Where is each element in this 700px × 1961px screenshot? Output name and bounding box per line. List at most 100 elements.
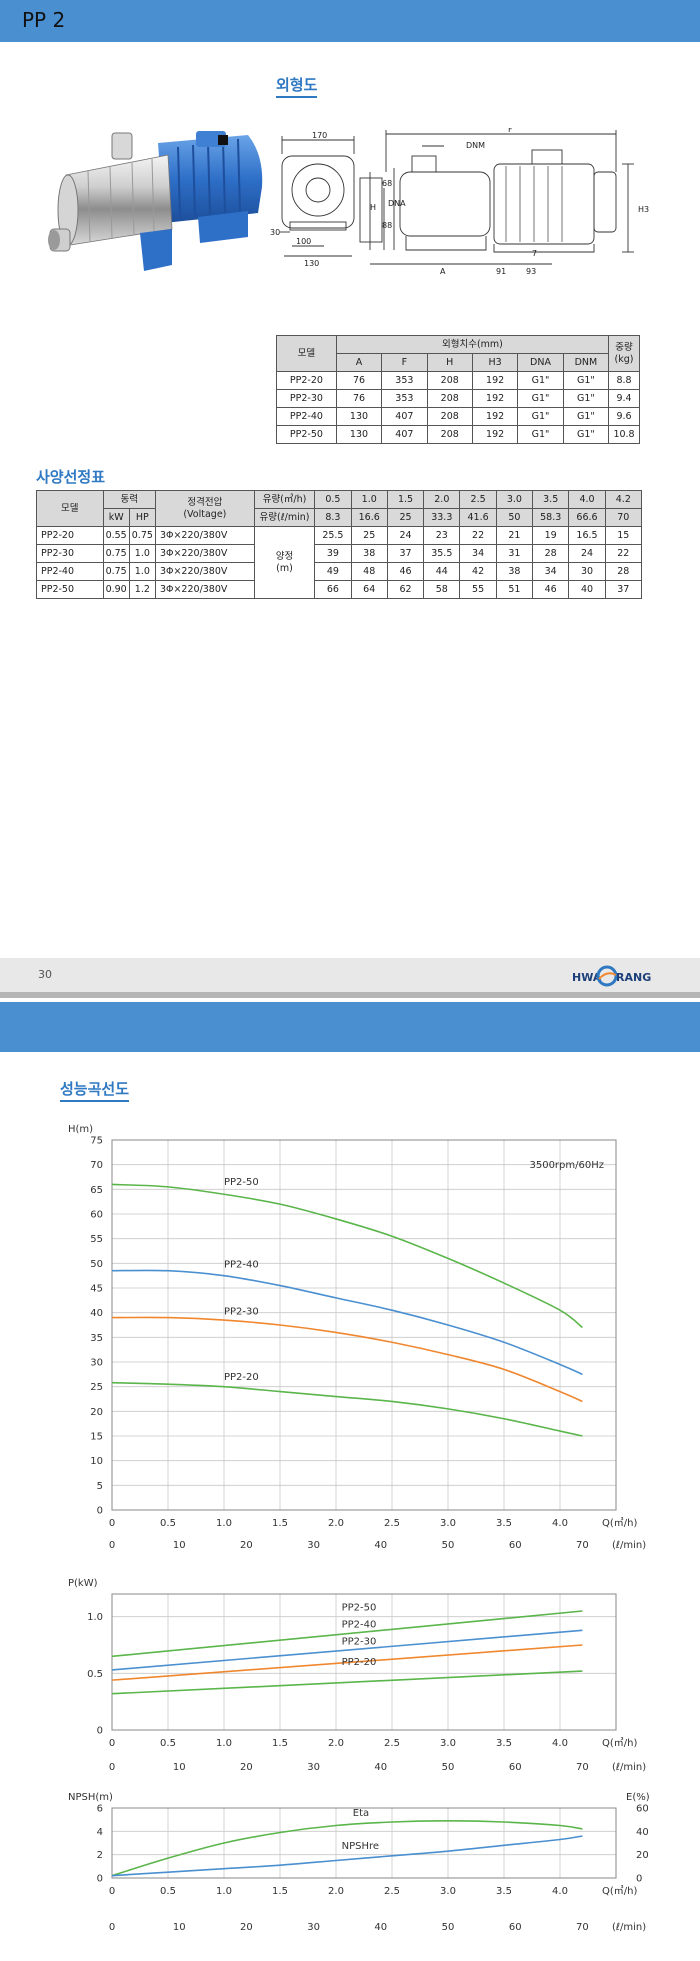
x2-tick-label: 60 — [509, 1922, 522, 1933]
spec-flow-m3h: 1.0 — [350, 490, 388, 509]
spec-flow-lmin-label: 유량(ℓ/min) — [253, 508, 316, 527]
spec-flow-lmin: 66.6 — [568, 508, 606, 527]
dim-value-cell: G1" — [517, 425, 564, 444]
spec-head-cell: 21 — [495, 526, 534, 545]
series-label: NPSHre — [342, 1841, 379, 1852]
spec-flow-lmin: 8.3 — [314, 508, 352, 527]
dim-model-cell: PP2-50 — [276, 425, 337, 444]
spec-head-cell: 25.5 — [314, 526, 352, 545]
dim-weight-cell: 10.8 — [608, 425, 640, 444]
head-curve-pp2-50 — [111, 1183, 583, 1329]
spec-head-cell: 34 — [532, 562, 570, 581]
x2-tick-label: 70 — [576, 1540, 589, 1550]
y-tick-label: 0 — [97, 1726, 103, 1737]
spec-hp-cell: 0.75 — [128, 526, 156, 545]
hwarang-logo: HWA RANG — [572, 965, 651, 987]
dim-value-cell: G1" — [562, 389, 610, 408]
x2-tick-label: 70 — [576, 1762, 589, 1773]
dimension-drawing: 170 F DNM H3 H 68 88 DNA 30 100 130 A 91… — [270, 128, 649, 276]
y-tick-label: 50 — [90, 1259, 103, 1270]
spec-flow-lmin: 25 — [386, 508, 425, 527]
spec-head-cell: 16.5 — [568, 526, 606, 545]
spec-voltage-cell: 3Φ×220/380V — [154, 580, 255, 599]
y2-tick-label: 40 — [636, 1827, 649, 1838]
x-tick-label: 3.0 — [440, 1518, 456, 1529]
head-curve-pp2-30 — [111, 1316, 583, 1403]
dim-table-row: PP2-40 130 407 208 192 G1" G1" 9.6 — [276, 407, 640, 426]
x2-tick-label: 60 — [509, 1762, 522, 1773]
spec-voltage-cell: 3Φ×220/380V — [154, 544, 255, 563]
spec-head-cell: 55 — [459, 580, 497, 599]
spec-head-cell: 39 — [314, 544, 352, 563]
x-axis-label: Q(㎥/h) — [602, 1884, 637, 1897]
footer-divider — [0, 992, 700, 998]
dim-value-cell: G1" — [517, 389, 564, 408]
y-tick-label: 35 — [90, 1333, 103, 1344]
y-tick-label: 65 — [90, 1185, 103, 1196]
spec-power-hp: HP — [128, 508, 156, 527]
x-tick-label: 3.0 — [440, 1738, 456, 1749]
spec-head-cell: 49 — [314, 562, 352, 581]
y-tick-label: 15 — [90, 1432, 103, 1443]
dim-value-cell: 353 — [381, 389, 428, 408]
page2-header-band — [0, 1002, 700, 1052]
spec-head-cell: 62 — [386, 580, 425, 599]
spec-head-cell: 31 — [495, 544, 534, 563]
x-tick-label: 0 — [109, 1518, 115, 1529]
x-tick-label: 3.5 — [496, 1738, 512, 1749]
spec-head-cell: 28 — [604, 562, 643, 581]
spec-hp-cell: 1.0 — [128, 562, 156, 581]
spec-head-cell: 48 — [350, 562, 388, 581]
x2-tick-label: 10 — [173, 1762, 186, 1773]
spec-table-row: PP2-50 0.90 1.2 3Φ×220/380V 66 64 62 58 55 51 46 40… — [36, 580, 643, 599]
series-label: PP2-30 — [224, 1307, 259, 1318]
dim-col-header: A — [335, 353, 383, 372]
spec-table-row: PP2-40 0.75 1.0 3Φ×220/380V 49 48 46 44 42 38 34 30… — [36, 562, 643, 581]
spec-head-cell: 38 — [495, 562, 534, 581]
spec-flow-m3h: 1.5 — [386, 490, 425, 509]
spec-hp-cell: 1.0 — [128, 544, 156, 563]
spec-head-cell: 34 — [459, 544, 497, 563]
spec-flow-m3h: 0.5 — [314, 490, 352, 509]
svg-text:RANG: RANG — [616, 971, 651, 984]
dim-weight-cell: 9.6 — [608, 407, 640, 426]
dim-weight-cell: 8.8 — [608, 371, 640, 390]
y2-tick-label: 20 — [636, 1850, 649, 1861]
spec-flow-m3h: 4.0 — [568, 490, 606, 509]
dim-label-dnm: DNM — [466, 141, 485, 150]
x2-tick-label: 50 — [442, 1922, 455, 1933]
spec-model-cell: PP2-20 — [36, 526, 104, 545]
dim-value-cell: 208 — [426, 425, 473, 444]
x-tick-label: 0.5 — [160, 1518, 176, 1529]
x-tick-label: 1.0 — [216, 1738, 232, 1749]
x2-tick-label: 20 — [240, 1762, 253, 1773]
spec-head-cell: 15 — [604, 526, 643, 545]
spec-head-label: 양정 (m) — [253, 526, 316, 599]
dim-col-header: DNA — [517, 353, 564, 372]
spec-head-cell: 24 — [386, 526, 425, 545]
page-title: PP 2 — [22, 8, 66, 32]
dim-model-cell: PP2-40 — [276, 407, 337, 426]
x-tick-label: 4.0 — [552, 1886, 568, 1897]
spec-flow-lmin: 16.6 — [350, 508, 388, 527]
dim-model-cell: PP2-20 — [276, 371, 337, 390]
series-label: PP2-30 — [342, 1637, 377, 1648]
y2-tick-label: 60 — [636, 1804, 649, 1815]
x-tick-label: 2.5 — [384, 1738, 400, 1749]
x2-tick-label: 40 — [374, 1762, 387, 1773]
spec-head-cell: 25 — [350, 526, 388, 545]
section-curve-title: 성능곡선도 — [60, 1078, 130, 1102]
x-tick-label: 0 — [109, 1738, 115, 1749]
dim-value-cell: 192 — [471, 407, 519, 426]
spec-head-cell: 42 — [459, 562, 497, 581]
x-axis-label: Q(㎥/h) — [602, 1516, 637, 1529]
spec-head-cell: 22 — [604, 544, 643, 563]
spec-head-cell: 58 — [423, 580, 461, 599]
y-tick-label: 30 — [90, 1358, 103, 1369]
head-curve-pp2-20 — [111, 1381, 583, 1437]
x2-tick-label: 0 — [109, 1762, 115, 1773]
section-spec-title: 사양선정표 — [36, 468, 106, 486]
dim-value-cell: 407 — [381, 425, 428, 444]
spec-flow-m3h: 3.5 — [532, 490, 570, 509]
y-tick-label: 20 — [90, 1407, 103, 1418]
